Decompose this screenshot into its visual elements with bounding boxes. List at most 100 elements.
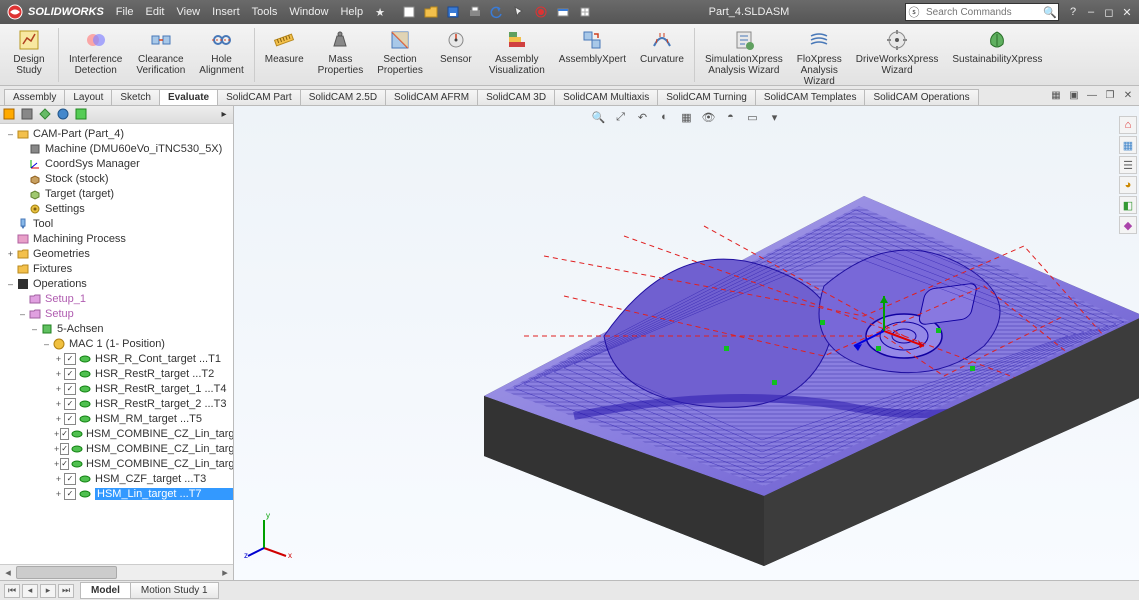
ribbon-sensor[interactable]: Sensor [431,26,481,67]
display-style-icon[interactable]: ▦ [678,108,696,126]
prev-view-icon[interactable]: ↶ [634,108,652,126]
expand-icon[interactable]: – [6,279,15,289]
menu-file[interactable]: File [110,6,140,19]
zoom-area-icon[interactable]: ⤢ [612,108,630,126]
taskpane-home-icon[interactable]: ⌂ [1119,116,1137,134]
section-view-icon[interactable]: ◐ [656,108,674,126]
expand-icon[interactable]: – [18,309,27,319]
feature-tree[interactable]: –CAM-Part (Part_4)Machine (DMU60eVo_iTNC… [0,124,233,564]
expand-icon[interactable]: + [54,444,59,454]
ribbon-hole-align[interactable]: HoleAlignment [193,26,249,78]
rebuild-button[interactable] [533,4,549,20]
tree-node[interactable]: +✓HSR_RestR_target ...T2 [2,366,233,381]
tree-node[interactable]: Machining Process [2,231,233,246]
menu-window[interactable]: Window [283,6,334,19]
tree-node[interactable]: +✓HSM_COMBINE_CZ_Lin_target_2 ...T3 [2,456,233,471]
menu-tools[interactable]: Tools [246,6,284,19]
cm-close-icon[interactable]: ✕ [1121,88,1135,102]
tree-node[interactable]: –Setup [2,306,233,321]
checkbox[interactable]: ✓ [64,383,76,395]
checkbox[interactable]: ✓ [64,413,76,425]
tree-tab4[interactable] [55,107,71,121]
tab-solidcam-multiaxis[interactable]: SolidCAM Multiaxis [554,89,658,105]
checkbox[interactable]: ✓ [60,428,69,440]
expand-icon[interactable]: + [54,459,59,469]
expand-icon[interactable]: – [42,339,51,349]
expand-icon[interactable]: + [54,354,63,364]
expand-icon[interactable]: + [54,474,63,484]
tree-node[interactable]: +✓HSM_CZF_target ...T3 [2,471,233,486]
checkbox[interactable]: ✓ [60,458,69,470]
tree-tab2[interactable] [19,107,35,121]
tab-layout[interactable]: Layout [64,89,112,105]
ribbon-clearance[interactable]: ClearanceVerification [130,26,191,78]
checkbox[interactable]: ✓ [64,488,76,500]
expand-icon[interactable]: + [6,249,15,259]
scroll-left-icon[interactable]: ◂ [0,565,16,580]
expand-icon[interactable]: + [54,489,63,499]
tab-prev-icon[interactable]: ◂ [22,584,38,598]
cm-icon1[interactable]: ▦ [1049,88,1063,102]
tree-node[interactable]: +✓HSM_COMBINE_CZ_Lin_target_1 ...T7 [2,441,233,456]
open-button[interactable] [423,4,439,20]
graphics-viewport[interactable]: 🔍 ⤢ ↶ ◐ ▦ 👁 ◓ ▭ ▾ ⌂ ▦ ☰ ◕ ◧ ◆ [234,106,1139,580]
cm-restore-icon[interactable]: ❐ [1103,88,1117,102]
tree-node[interactable]: CoordSys Manager [2,156,233,171]
tab-solidcam-2-5d[interactable]: SolidCAM 2.5D [300,89,386,105]
ribbon-sim[interactable]: SimulationXpressAnalysis Wizard [699,26,789,78]
tab-solidcam-part[interactable]: SolidCAM Part [217,89,301,105]
cm-min-icon[interactable]: — [1085,88,1099,102]
tree-node[interactable]: Stock (stock) [2,171,233,186]
checkbox[interactable]: ✓ [64,368,76,380]
tree-node[interactable]: Setup_1 [2,291,233,306]
tree-node[interactable]: Tool [2,216,233,231]
tree-tab1[interactable] [1,107,17,121]
undo-button[interactable] [489,4,505,20]
options-button[interactable] [555,4,571,20]
ribbon-asm-xpert[interactable]: AssemblyXpert [553,26,632,67]
options2-button[interactable] [577,4,593,20]
tree-node[interactable]: Target (target) [2,186,233,201]
expand-icon[interactable]: + [54,369,63,379]
tab-solidcam-templates[interactable]: SolidCAM Templates [755,89,866,105]
ribbon-section[interactable]: SectionProperties [371,26,429,78]
tab-evaluate[interactable]: Evaluate [159,89,218,105]
tree-node[interactable]: Settings [2,201,233,216]
tab-sketch[interactable]: Sketch [111,89,160,105]
bottom-tab-motion-study-1[interactable]: Motion Study 1 [130,582,219,599]
maximize-button[interactable]: ◻ [1101,5,1117,19]
expand-icon[interactable]: + [54,399,63,409]
search-commands[interactable]: ⓢ 🔍 [905,3,1059,21]
menu-help[interactable]: Help [334,6,369,19]
scroll-right-icon[interactable]: ▸ [217,565,233,580]
ribbon-design-study[interactable]: DesignStudy [4,26,54,78]
tree-tab5[interactable] [73,107,89,121]
cm-icon2[interactable]: ▣ [1067,88,1081,102]
tab-next-icon[interactable]: ▸ [40,584,56,598]
tree-node[interactable]: Fixtures [2,261,233,276]
tree-node[interactable]: +Geometries [2,246,233,261]
expand-icon[interactable]: – [30,324,39,334]
expand-icon[interactable]: – [6,129,15,139]
view-settings-icon[interactable]: ▾ [766,108,784,126]
checkbox[interactable]: ✓ [64,398,76,410]
tab-solidcam-afrm[interactable]: SolidCAM AFRM [385,89,478,105]
view-triad[interactable]: y x z [244,510,294,560]
close-button[interactable]: ✕ [1119,5,1135,19]
checkbox[interactable]: ✓ [64,473,76,485]
tab-assembly[interactable]: Assembly [4,89,65,105]
tab-last-icon[interactable]: ⏭ [58,584,74,598]
ribbon-flo[interactable]: FloXpressAnalysisWizard [791,26,848,89]
hide-show-icon[interactable]: 👁 [700,108,718,126]
checkbox[interactable]: ✓ [64,353,76,365]
print-button[interactable] [467,4,483,20]
save-button[interactable] [445,4,461,20]
ribbon-drive[interactable]: DriveWorksXpressWizard [850,26,945,78]
tree-pin-icon[interactable]: ▸ [216,107,232,121]
tree-node[interactable]: –5-Achsen [2,321,233,336]
tab-first-icon[interactable]: ⏮ [4,584,20,598]
ribbon-curvature[interactable]: Curvature [634,26,690,67]
menu-insert[interactable]: Insert [206,6,246,19]
tab-solidcam-operations[interactable]: SolidCAM Operations [864,89,978,105]
appearance-icon[interactable]: ◓ [722,108,740,126]
